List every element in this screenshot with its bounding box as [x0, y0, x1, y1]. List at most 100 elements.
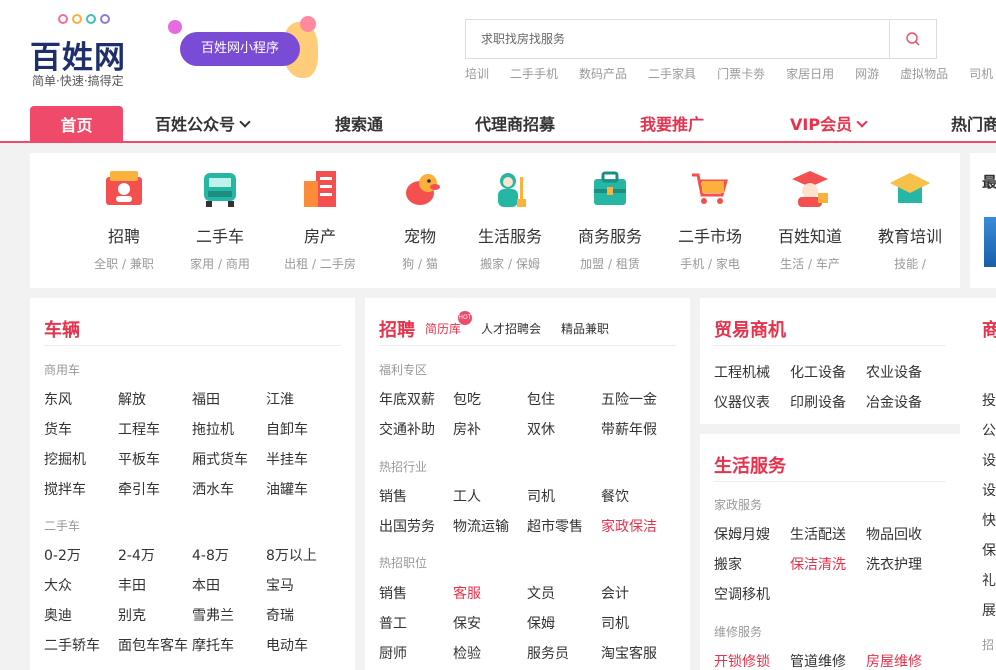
link-item[interactable]: 丰田 [118, 575, 192, 595]
link-item[interactable]: 房屋维修 [866, 651, 942, 670]
side-panel-item[interactable]: 设 [982, 480, 996, 500]
link-item[interactable]: 保洁清洗 [790, 554, 866, 574]
link-item[interactable]: 包吃 [453, 389, 527, 409]
hot-word-link[interactable]: 家居日用 [786, 65, 834, 82]
link-item[interactable]: 普工 [379, 613, 453, 633]
link-item[interactable]: 本田 [192, 575, 266, 595]
link-item[interactable]: 仪器仪表 [714, 392, 790, 412]
nav-item[interactable]: 我要推广 [640, 104, 704, 141]
category-used-car[interactable]: 二手车 家用 / 商用 [170, 167, 270, 272]
link-item[interactable]: 保姆月嫂 [714, 524, 790, 544]
link-item[interactable]: 餐饮 [601, 486, 675, 506]
link-item[interactable]: 化工设备 [790, 362, 866, 382]
link-item[interactable]: 包住 [527, 389, 601, 409]
link-item[interactable]: 冶金设备 [866, 392, 942, 412]
side-top-image[interactable] [984, 217, 996, 267]
search-button[interactable] [889, 20, 936, 58]
search-input[interactable] [466, 20, 890, 58]
nav-item[interactable]: 首页 [30, 106, 123, 143]
hot-word-link[interactable]: 二手手机 [510, 65, 558, 82]
link-item[interactable]: 福田 [192, 389, 266, 409]
link-item[interactable]: 农业设备 [866, 362, 942, 382]
link-item[interactable]: 洗衣护理 [866, 554, 942, 574]
link-item[interactable]: 二手轿车 [44, 635, 118, 655]
link-item[interactable]: 解放 [118, 389, 192, 409]
link-item[interactable]: 出国劳务 [379, 516, 453, 536]
link-item[interactable]: 4-8万 [192, 545, 266, 565]
vehicles-title[interactable]: 车辆 [44, 316, 80, 342]
nav-item[interactable]: 搜索通 [335, 104, 383, 141]
nav-item[interactable]: 代理商招募 [475, 104, 555, 141]
side-panel-item[interactable]: 公 [982, 420, 996, 440]
site-logo[interactable]: 百姓网 简单·快速·搞得定 [30, 14, 150, 94]
category-graduate[interactable]: 百姓知道 生活 / 车产 [760, 167, 860, 272]
side-panel-item[interactable]: 投 [982, 390, 996, 410]
link-item[interactable]: 客服 [453, 583, 527, 603]
link-item[interactable]: 双休 [527, 419, 601, 439]
link-item[interactable]: 房补 [453, 419, 527, 439]
link-item[interactable]: 挖掘机 [44, 449, 118, 469]
side-panel-item[interactable]: 快 [982, 510, 996, 530]
link-item[interactable]: 搅拌车 [44, 479, 118, 499]
link-item[interactable]: 印刷设备 [790, 392, 866, 412]
mini-program-button[interactable]: 百姓网小程序 [180, 32, 300, 66]
link-item[interactable]: 保姆 [527, 613, 601, 633]
link-item[interactable]: 牵引车 [118, 479, 192, 499]
link-item[interactable]: 2-4万 [118, 545, 192, 565]
trade-title[interactable]: 贸易商机 [714, 316, 786, 342]
link-item[interactable]: 家政保洁 [601, 516, 675, 536]
link-item[interactable]: 厢式货车 [192, 449, 266, 469]
category-briefcase[interactable]: 商务服务 加盟 / 租赁 [560, 167, 660, 272]
hot-word-link[interactable]: 虚拟物品 [900, 65, 948, 82]
link-item[interactable]: 司机 [527, 486, 601, 506]
category-dog[interactable]: 宠物狗 / 猫 [370, 167, 470, 272]
link-item[interactable]: 销售 [379, 583, 453, 603]
link-item[interactable]: 年底双薪 [379, 389, 453, 409]
link-item[interactable]: 生活配送 [790, 524, 866, 544]
side-panel-item[interactable]: 礼 [982, 570, 996, 590]
recruit-link[interactable]: 人才招聘会 [481, 320, 541, 337]
nav-item[interactable]: VIP会员 [790, 104, 868, 141]
hot-word-link[interactable]: 数码产品 [579, 65, 627, 82]
link-item[interactable]: 洒水车 [192, 479, 266, 499]
link-item[interactable]: 摩托车 [192, 635, 266, 655]
link-item[interactable]: 平板车 [118, 449, 192, 469]
recruit-title[interactable]: 招聘 [379, 316, 415, 342]
link-item[interactable]: 销售 [379, 486, 453, 506]
nav-item[interactable]: 热门商 [951, 104, 996, 141]
link-item[interactable]: 管道维修 [790, 651, 866, 670]
link-item[interactable]: 0-2万 [44, 545, 118, 565]
link-item[interactable]: 大众 [44, 575, 118, 595]
link-item[interactable]: 工程机械 [714, 362, 790, 382]
category-cart[interactable]: 二手市场 手机 / 家电 [660, 167, 760, 272]
hot-word-link[interactable]: 二手家具 [648, 65, 696, 82]
link-item[interactable]: 淘宝客服 [601, 643, 675, 663]
link-item[interactable]: 雪弗兰 [192, 605, 266, 625]
recruit-link[interactable]: 精品兼职 [561, 320, 609, 337]
link-item[interactable]: 服务员 [527, 643, 601, 663]
link-item[interactable]: 江淮 [266, 389, 340, 409]
link-item[interactable]: 工程车 [118, 419, 192, 439]
link-item[interactable]: 货车 [44, 419, 118, 439]
link-item[interactable]: 东风 [44, 389, 118, 409]
side-panel-title[interactable]: 商 [982, 316, 996, 342]
link-item[interactable]: 物品回收 [866, 524, 942, 544]
link-item[interactable]: 超市零售 [527, 516, 601, 536]
link-item[interactable]: 交通补助 [379, 419, 453, 439]
link-item[interactable]: 工人 [453, 486, 527, 506]
hot-word-link[interactable]: 培训 [465, 65, 489, 82]
link-item[interactable]: 电动车 [266, 635, 340, 655]
link-item[interactable]: 奥迪 [44, 605, 118, 625]
link-item[interactable]: 拖拉机 [192, 419, 266, 439]
link-item[interactable]: 奇瑞 [266, 605, 340, 625]
hot-word-link[interactable]: 网游 [855, 65, 879, 82]
category-mortarboard[interactable]: 教育培训 技能 / [860, 167, 960, 272]
link-item[interactable]: 面包车客车 [118, 635, 192, 655]
side-panel-item[interactable]: 设 [982, 450, 996, 470]
link-item[interactable]: 厨师 [379, 643, 453, 663]
link-item[interactable]: 文员 [527, 583, 601, 603]
link-item[interactable]: 开锁修锁 [714, 651, 790, 670]
side-panel-item[interactable]: 招 [982, 636, 994, 653]
link-item[interactable]: 保安 [453, 613, 527, 633]
link-item[interactable]: 司机 [601, 613, 675, 633]
